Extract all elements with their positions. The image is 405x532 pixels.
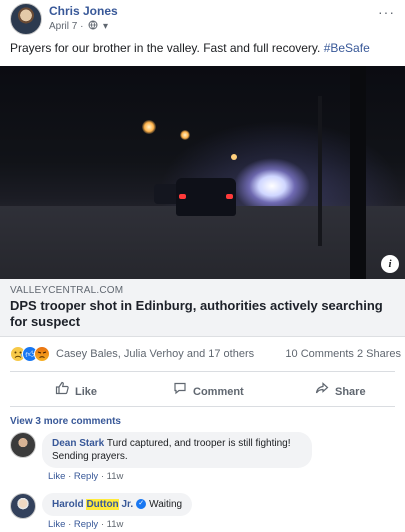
like-button[interactable]: Like xyxy=(54,381,97,399)
photo-pole xyxy=(318,96,322,246)
photo-tree xyxy=(350,66,366,279)
link-preview[interactable]: VALLEYCENTRAL.COM DPS trooper shot in Ed… xyxy=(0,279,405,337)
reaction-emojis[interactable]: 👍︎ xyxy=(10,346,54,362)
comment: Harold Dutton Jr. ✓ Waiting Like · Reply ·… xyxy=(10,493,400,531)
photo-streetlight xyxy=(142,120,156,134)
share-label: Share xyxy=(335,386,366,398)
photo-streetlight xyxy=(231,154,237,160)
photo-police-car xyxy=(176,178,236,216)
view-more-comments[interactable]: View 3 more comments xyxy=(10,416,121,427)
post-actions: Like Comment Share xyxy=(10,371,395,407)
globe-icon xyxy=(88,20,98,33)
comment-time[interactable]: 11w xyxy=(107,471,124,482)
facebook-post: Chris Jones April 7 · ▾ ··· Prayers for … xyxy=(0,0,405,532)
post-header: Chris Jones April 7 · ▾ ··· xyxy=(0,0,405,38)
reactions-bar: 👍︎ Casey Bales, Julia Verhoy and 17 othe… xyxy=(0,345,405,363)
post-meta: April 7 · ▾ xyxy=(49,20,108,33)
commenter-last-name: Jr. xyxy=(121,499,134,510)
comment-like-link[interactable]: Like xyxy=(48,519,65,530)
comment-bubble: Harold Dutton Jr. ✓ Waiting xyxy=(42,493,193,516)
angry-icon xyxy=(34,346,50,362)
author-name[interactable]: Chris Jones xyxy=(49,4,118,18)
post-text-body: Prayers for our brother in the valley. F… xyxy=(10,41,321,55)
hashtag-link[interactable]: #BeSafe xyxy=(324,41,370,55)
comment-meta: Like · Reply · 11w xyxy=(48,519,124,530)
link-domain: VALLEYCENTRAL.COM xyxy=(10,285,124,296)
photo-taillight xyxy=(179,194,186,199)
photo-road xyxy=(0,206,405,279)
commenter-avatar[interactable] xyxy=(10,493,36,519)
comment-reply-link[interactable]: Reply xyxy=(74,471,98,482)
engagement-counts: 10 Comments 2 Shares xyxy=(285,348,401,360)
commenter-avatar[interactable] xyxy=(10,432,36,458)
link-preview-image[interactable]: i xyxy=(0,66,405,279)
comment: Dean Stark Turd captured, and trooper is… xyxy=(10,432,400,484)
post-date[interactable]: April 7 · xyxy=(49,21,83,32)
commenter-first-name: Harold xyxy=(52,499,84,510)
share-button[interactable]: Share xyxy=(314,381,366,399)
comment-reply-link[interactable]: Reply xyxy=(74,519,98,530)
ellipsis-icon[interactable]: ··· xyxy=(378,4,395,20)
info-icon[interactable]: i xyxy=(381,255,399,273)
comment-label: Comment xyxy=(193,386,244,398)
commenter-name[interactable]: Dean Stark xyxy=(52,438,104,449)
comment-bubble: Dean Stark Turd captured, and trooper is… xyxy=(42,432,312,468)
share-arrow-icon xyxy=(314,381,330,400)
post-text: Prayers for our brother in the valley. F… xyxy=(10,41,390,56)
comment-button[interactable]: Comment xyxy=(172,381,244,399)
thumbs-up-icon xyxy=(54,381,70,400)
shares-count[interactable]: 2 Shares xyxy=(357,348,401,360)
comment-bubble-icon xyxy=(172,381,188,400)
photo-taillight xyxy=(226,194,233,199)
search-highlight: Dutton xyxy=(86,499,119,510)
chevron-down-icon[interactable]: ▾ xyxy=(103,21,108,32)
like-label: Like xyxy=(75,386,98,398)
verified-badge-icon: ✓ xyxy=(136,499,147,510)
comment-text: Waiting xyxy=(149,499,183,510)
link-headline[interactable]: DPS trooper shot in Edinburg, authoritie… xyxy=(10,298,402,330)
comment-meta: Like · Reply · 11w xyxy=(48,471,124,482)
photo-streetlight xyxy=(180,130,190,140)
comments-count[interactable]: 10 Comments xyxy=(285,348,353,360)
commenter-name[interactable]: Harold Dutton Jr. xyxy=(52,499,133,510)
comment-like-link[interactable]: Like xyxy=(48,471,65,482)
comment-time[interactable]: 11w xyxy=(107,519,124,530)
author-avatar[interactable] xyxy=(10,3,42,35)
reaction-names[interactable]: Casey Bales, Julia Verhoy and 17 others xyxy=(56,348,254,360)
